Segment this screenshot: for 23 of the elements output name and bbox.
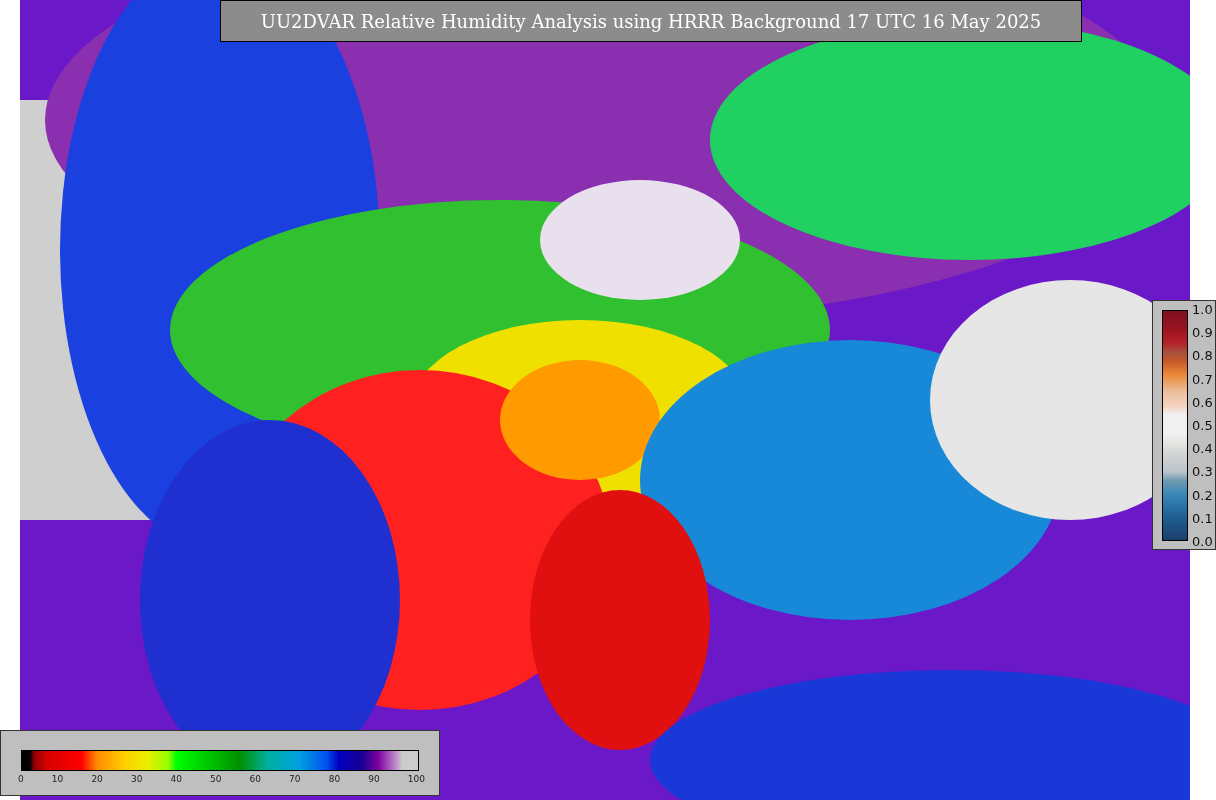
colorbar-tick-label: 1.0: [1192, 302, 1213, 317]
colorbar-tick-label: 20: [91, 774, 103, 784]
colorbar-tick-label: 0.1: [1192, 510, 1213, 526]
colorbar-tick-label: 90: [368, 774, 380, 784]
colorbar-tick-label: 0.8: [1192, 348, 1213, 364]
map-title: UU2DVAR Relative Humidity Analysis using HRRR Background 17 UTC 16 May 2025: [220, 0, 1082, 42]
colorbar-tick-label: 70: [289, 774, 301, 784]
colorbar-tick-label: 0.7: [1192, 371, 1213, 387]
colorbar-tick-label: 60: [249, 774, 261, 784]
colorbar-tick-label: 0.5: [1192, 417, 1213, 433]
colorbar-tick-label: 0.2: [1192, 487, 1213, 503]
colorbar-tick-label: 10: [51, 774, 64, 784]
colorbar-tick-label: 0.4: [1192, 441, 1213, 457]
colorbar-tick-label: 0.6: [1192, 394, 1213, 410]
colorbar-tick-label: 40: [170, 774, 182, 784]
colorbar-tick-label: 50: [210, 774, 222, 784]
colorbar-tick-label: 0.3: [1192, 464, 1213, 480]
colorbar-tick-label: 0.0: [1192, 533, 1213, 549]
colorbar-tick-label: 30: [130, 774, 143, 784]
colorbar-tick-label: 0: [18, 774, 24, 784]
colorbar-tick-label: 0.9: [1192, 325, 1213, 341]
colorbar-tick-label: 100: [407, 774, 425, 784]
colorbar-tick-label: 80: [328, 774, 341, 784]
